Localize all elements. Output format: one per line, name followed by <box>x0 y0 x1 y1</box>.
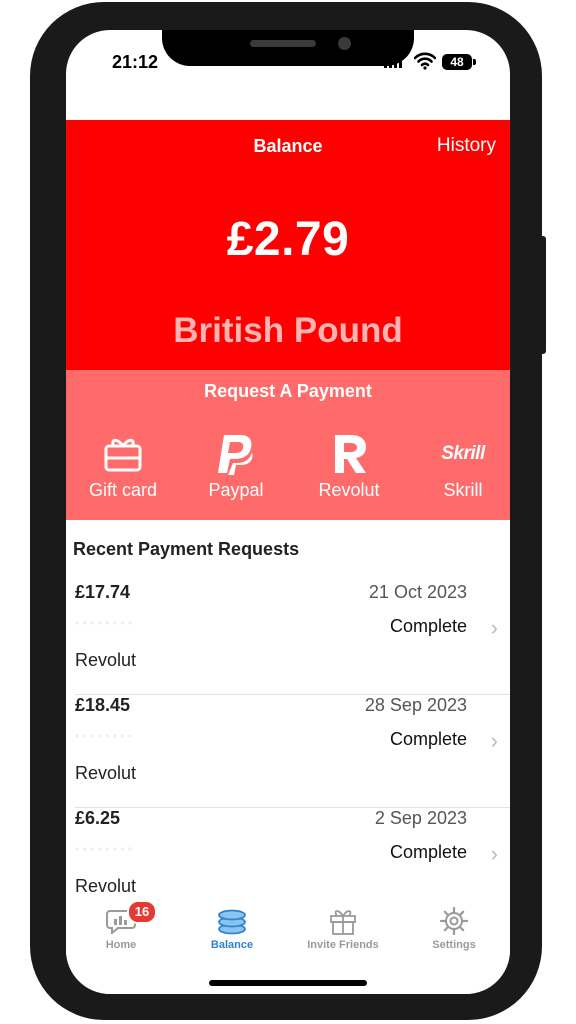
wifi-icon <box>414 52 436 70</box>
revolut-button[interactable]: Revolut <box>294 430 404 501</box>
request-date: 21 Oct 2023 <box>368 582 467 602</box>
front-camera <box>338 37 351 50</box>
balance-currency: British Pound <box>173 311 403 350</box>
payment-request-row[interactable]: £17.74 21 Oct 2023 • • • • • • • • Compl… <box>66 582 510 695</box>
tab-settings[interactable]: Settings <box>404 906 504 951</box>
request-date: 28 Sep 2023 <box>364 695 467 715</box>
phone-notch <box>162 30 414 66</box>
request-date: 2 Sep 2023 <box>374 808 467 828</box>
tab-balance[interactable]: Balance <box>182 906 282 951</box>
gear-icon <box>404 906 504 936</box>
tab-settings-label: Settings <box>432 939 476 951</box>
request-method: Revolut <box>75 650 137 670</box>
chevron-right-icon: › <box>490 615 498 640</box>
request-payment-title: Request A Payment <box>204 381 372 401</box>
notification-badge: 16 <box>127 900 157 924</box>
request-method: Revolut <box>75 876 137 896</box>
request-amount: £17.74 <box>75 582 131 602</box>
home-indicator <box>209 980 367 986</box>
chevron-right-icon: › <box>490 841 498 866</box>
phone-side-button <box>30 212 36 282</box>
gift-card-icon <box>68 430 178 478</box>
request-amount: £18.45 <box>75 695 131 715</box>
status-time: 21:12 <box>112 52 159 72</box>
battery-indicator: 48 <box>442 54 472 70</box>
balance-amount: £2.79 <box>226 213 350 266</box>
phone-side-button <box>30 138 36 176</box>
balance-header: Balance History £2.79 British Pound <box>66 120 510 370</box>
gift-icon <box>293 906 393 936</box>
tab-balance-label: Balance <box>210 939 254 951</box>
gift-card-label: Gift card <box>88 480 158 500</box>
paypal-icon <box>181 430 291 478</box>
revolut-label: Revolut <box>318 480 380 500</box>
paypal-button[interactable]: Paypal <box>181 430 291 501</box>
revolut-icon <box>294 430 404 478</box>
recent-requests-title: Recent Payment Requests <box>73 539 300 559</box>
request-status: Complete <box>389 729 467 749</box>
request-reference-redacted: • • • • • • • • <box>75 842 132 856</box>
skrill-icon: Skrill <box>408 430 510 478</box>
tab-home[interactable]: Home 16 <box>71 900 171 951</box>
skrill-logo-text: Skrill <box>441 443 485 464</box>
gift-card-button[interactable]: Gift card <box>68 430 178 501</box>
phone-side-button <box>30 302 36 372</box>
phone-screen: 21:12 48 Balance History £2.79 British P… <box>66 30 510 994</box>
request-reference-redacted: • • • • • • • • <box>75 616 132 630</box>
payment-request-row[interactable]: £18.45 28 Sep 2023 • • • • • • • • Compl… <box>66 695 510 808</box>
skrill-button[interactable]: Skrill Skrill <box>408 430 510 501</box>
speaker-grille <box>250 40 316 47</box>
chevron-right-icon: › <box>490 728 498 753</box>
skrill-label: Skrill <box>443 480 483 500</box>
history-button[interactable]: History <box>437 135 496 157</box>
coins-icon <box>182 906 282 936</box>
request-status: Complete <box>389 842 467 862</box>
request-reference-redacted: • • • • • • • • <box>75 729 132 743</box>
paypal-label: Paypal <box>208 480 264 500</box>
phone-side-button <box>538 236 546 354</box>
request-status: Complete <box>389 616 467 636</box>
tab-home-label: Home <box>105 939 137 951</box>
battery-cap <box>473 59 476 65</box>
request-method: Revolut <box>75 763 137 783</box>
tab-invite-friends-label: Invite Friends <box>307 939 379 951</box>
request-payment-panel: Request A Payment Gift card Paypal Revol… <box>66 370 510 520</box>
request-amount: £6.25 <box>75 808 121 828</box>
tab-invite-friends[interactable]: Invite Friends <box>293 906 393 951</box>
